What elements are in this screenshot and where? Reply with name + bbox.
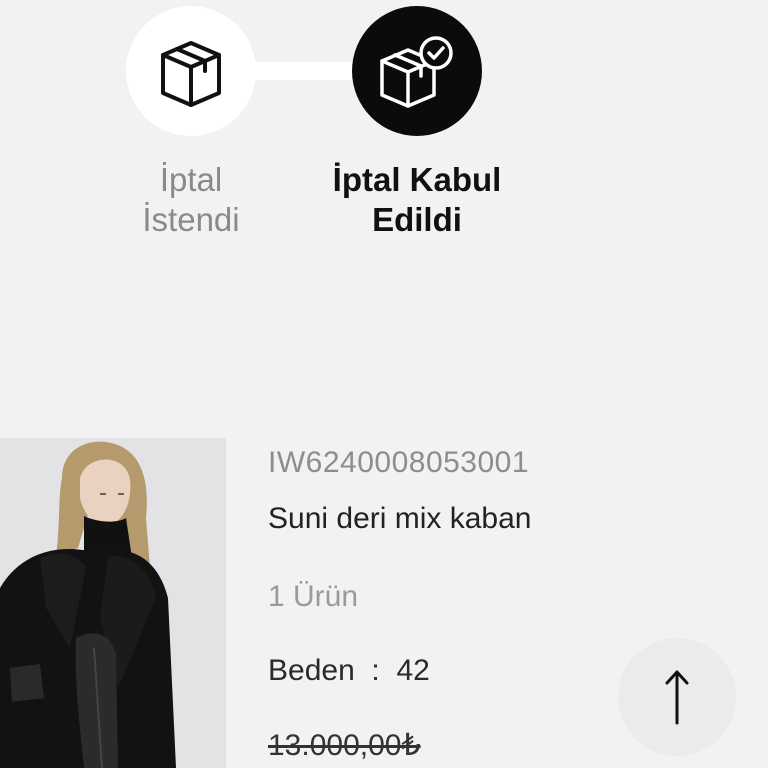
step-label-line: Edildi [372, 201, 462, 238]
product-quantity: 1 Ürün [268, 580, 359, 613]
step-cancel-accepted [352, 6, 482, 136]
step-cancel-requested [126, 6, 256, 136]
product-image[interactable] [0, 438, 226, 768]
step-label-cancel-accepted: İptal Kabul Edildi [300, 160, 534, 240]
product-photo [0, 438, 226, 768]
step-label-line: İptal [159, 161, 223, 198]
cancellation-stepper: İptal İstendi İptal Kabul Edildi [0, 0, 768, 260]
product-name[interactable]: Suni deri mix kaban [268, 502, 531, 536]
arrow-up-icon [665, 670, 689, 725]
box-check-icon [380, 36, 453, 108]
step-label-line: İstendi [142, 201, 240, 238]
product-size: Beden : 42 [268, 654, 430, 688]
scroll-to-top-button[interactable] [618, 638, 736, 756]
step-label-cancel-requested: İptal İstendi [110, 160, 272, 240]
product-old-price: 13.000,00₺ [268, 729, 421, 762]
product-sku: IW6240008053001 [268, 446, 530, 479]
step-connector [240, 62, 370, 80]
step-label-line: İptal Kabul [332, 161, 502, 198]
box-icon [161, 41, 221, 107]
size-separator: : [363, 654, 389, 687]
size-label: Beden [268, 654, 355, 687]
size-value: 42 [396, 654, 430, 687]
order-cancellation-page: İptal İstendi İptal Kabul Edildi IW62400… [0, 0, 768, 768]
